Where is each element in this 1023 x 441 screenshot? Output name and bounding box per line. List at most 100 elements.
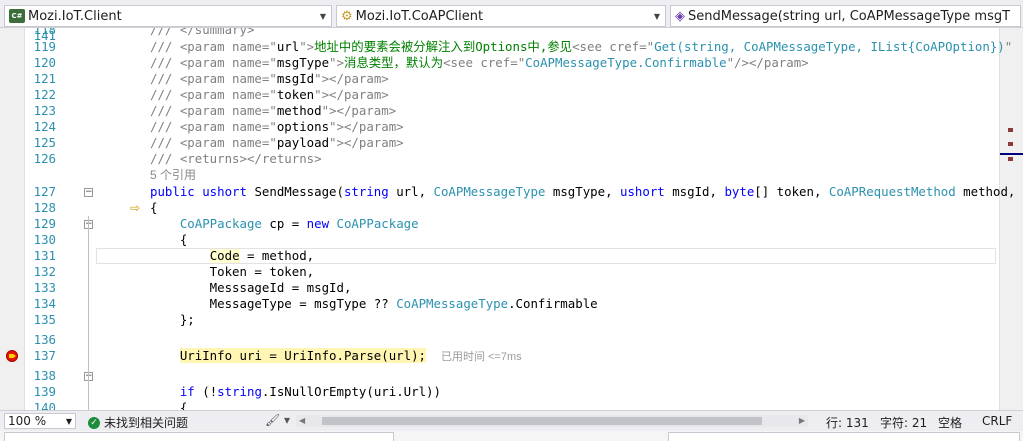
scroll-left-icon[interactable]: ◀ [299,415,305,427]
vertical-scrollbar[interactable] [999,28,1023,410]
line-ending-indicator[interactable]: CRLF [982,414,1012,428]
code-token: "></param> [314,71,389,86]
code-line[interactable]: 134 MessageType = msgType ?? CoAPMessage… [0,296,1000,312]
line-number: 124 [33,119,56,134]
code-line[interactable]: 136 [0,332,1000,348]
zoom-level: 100 % [8,414,47,428]
project-dropdown[interactable]: C# Mozi.IoT.Client ▼ [4,5,332,27]
code-token: msgId, [672,184,725,199]
line-number: 128 [33,200,56,215]
chevron-down-icon: ▼ [653,11,661,21]
line-number: 126 [33,151,56,166]
code-token: public [150,184,203,199]
chevron-down-icon: ▼ [65,416,72,426]
line-number: 123 [33,103,56,118]
class-dropdown[interactable]: ⚙ Mozi.IoT.CoAPClient ▼ [336,5,666,27]
line-number: 121 [33,71,56,86]
collapse-toggle-icon[interactable]: − [84,188,93,197]
references-codelens[interactable]: 5 个引用 [150,167,196,183]
class-icon: ⚙ [341,8,353,24]
code-line[interactable]: 123 /// <param name="method"></param> [0,103,1000,119]
code-line[interactable]: 122 /// <param name="token"></param> [0,87,1000,103]
code-token: UriInfo uri = UriInfo.Parse(url); [179,348,427,363]
code-token: /// <param name=" [150,103,277,118]
code-line[interactable]: 128 { [0,200,1000,216]
chevron-down-icon: ▼ [319,11,327,21]
code-token: byte [724,184,755,199]
code-text: /// <param name="token"></param> [150,87,389,103]
code-line[interactable]: 132 Token = token, [0,264,1000,280]
code-token: msgId [276,71,315,86]
code-text: /// <param name="msgId"></param> [150,71,389,87]
code-token: "></param> [314,87,389,102]
code-token: "> [329,55,344,70]
code-token: "></param> [329,119,404,134]
code-token: "></param> [321,103,397,118]
code-line[interactable]: 139 if (!string.IsNullOrEmpty(uri.Url)) [0,384,1000,400]
code-line[interactable]: 135 }; [0,312,1000,328]
line-number: 140 [33,400,56,410]
horizontal-scrollbar[interactable]: ◀ ▶ [296,415,808,427]
code-line[interactable]: 133 MesssageId = msgId, [0,280,1000,296]
fold-guide-line [88,216,89,410]
code-token: new [306,216,337,231]
code-token: { [150,400,188,410]
panel-tab[interactable] [4,432,394,441]
step-into-target-icon: ⇨ [130,201,141,215]
code-text: public ushort SendMessage(string url, Co… [150,184,1023,200]
line-number: 129 [33,216,56,231]
line-indicator[interactable]: 行: 131 [826,414,869,431]
code-text: if (!string.IsNullOrEmpty(uri.Url)) [150,384,441,400]
line-number: 125 [33,135,56,150]
code-line[interactable]: 141 [0,28,1000,44]
zoom-dropdown[interactable]: 100 % ▼ [4,413,76,429]
member-dropdown[interactable]: ◈ SendMessage(string url, CoAPMessageTyp… [670,5,1021,27]
code-text: MessageType = msgType ?? CoAPMessageType… [150,296,598,312]
code-text: /// <returns></returns> [150,151,322,167]
code-token: CoAPPackage [150,216,270,231]
line-number: 132 [33,264,56,279]
code-line[interactable]: 130 { [0,232,1000,248]
char-indicator[interactable]: 字符: 21 [880,414,927,431]
breakpoint-current-statement-icon[interactable] [6,350,18,362]
code-line[interactable]: 127 public ushort SendMessage(string url,… [0,184,1023,200]
code-line[interactable]: 140 { [0,400,1000,410]
code-editor[interactable]: 118/// </summary> 119/// <param name="url… [0,28,1023,410]
scrollbar-thumb[interactable] [322,417,762,425]
code-text: UriInfo uri = UriInfo.Parse(url); 已用时间 <… [150,348,522,365]
code-cleanup-icon[interactable]: 🖌 ▾ [265,413,290,427]
panel-tab[interactable] [668,432,1020,441]
code-line[interactable]: 126 /// <returns></returns> [0,151,1000,167]
code-line[interactable]: 5 个引用 [0,167,1000,183]
code-line[interactable]: 124 /// <param name="options"></param> [0,119,1000,135]
editor-status-bar: 100 % ▼ ✓ 未找到相关问题 🖌 ▾ ◀ ▶ 行: 131 字符: 21 … [0,410,1023,431]
scroll-right-icon[interactable]: ▶ [799,415,805,427]
line-number: 122 [33,87,56,102]
code-line[interactable]: 129 CoAPPackage cp = new CoAPPackage [0,216,1000,232]
code-line[interactable]: 138 [0,368,1000,384]
line-number: 135 [33,312,56,327]
issues-text: 未找到相关问题 [104,416,189,430]
line-number: 139 [33,384,56,399]
whitespace-indicator[interactable]: 空格 [938,414,962,431]
code-token: CoAPMessageType [396,296,509,311]
issues-indicator[interactable]: ✓ 未找到相关问题 [88,414,188,431]
code-token: .Confirmable [508,296,598,311]
line-number: 137 [33,348,56,363]
code-token: <see cref=" [443,55,526,70]
code-token: /// <param name=" [150,119,277,134]
code-line[interactable]: 120 /// <param name="msgType">消息类型，默认为<se… [0,55,1000,71]
code-line[interactable]: 121 /// <param name="msgId"></param> [0,71,1000,87]
code-text: MesssageId = msgId, [150,280,352,296]
code-line[interactable]: 125 /// <param name="payload"></param> [0,135,1000,151]
code-text: /// <param name="options"></param> [150,119,404,135]
code-text: /// <param name="msgType">消息类型，默认为<see c… [150,55,809,71]
code-token: "></param> [329,135,404,150]
code-token: msgType, [552,184,620,199]
csharp-project-icon: C# [9,9,25,23]
code-line[interactable]: 137 UriInfo uri = UriInfo.Parse(url); 已用… [0,348,1000,364]
code-token: }; [150,312,195,327]
